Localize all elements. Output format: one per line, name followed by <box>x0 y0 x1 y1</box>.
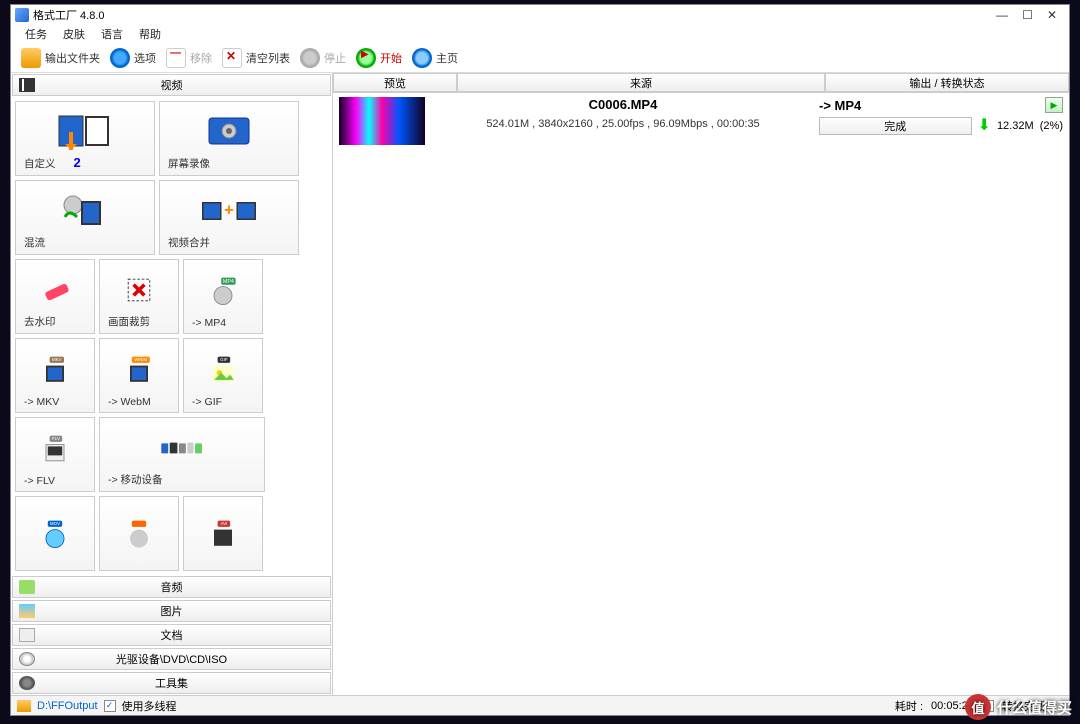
output-column: -> MP4 ▶ 完成 ⬇ 12.32M (2%) <box>815 97 1063 135</box>
column-headers: 预览 来源 输出 / 转换状态 <box>333 73 1069 93</box>
svg-text:GIF: GIF <box>220 357 228 362</box>
home-button[interactable]: 主页 <box>412 48 458 68</box>
folder-icon <box>21 48 41 68</box>
document-icon <box>19 628 35 642</box>
category-video[interactable]: 视频 <box>12 74 331 96</box>
tile-to-mobile[interactable]: -> 移动设备 <box>99 417 265 492</box>
category-toolset[interactable]: 工具集 <box>12 672 331 694</box>
status-done-button[interactable]: 完成 <box>819 117 972 135</box>
clear-list-button[interactable]: 清空列表 <box>222 48 290 68</box>
tile-mix[interactable]: 混流 <box>15 180 155 255</box>
multithread-checkbox[interactable]: ✓ <box>104 700 116 712</box>
svg-text:WebM: WebM <box>134 357 147 362</box>
wrench-icon <box>19 676 35 690</box>
output-folder-button[interactable]: 输出文件夹 <box>21 48 100 68</box>
maximize-button[interactable]: ☐ <box>1022 8 1033 22</box>
output-format: -> MP4 <box>819 98 1041 113</box>
svg-text:MKV: MKV <box>52 357 62 362</box>
watermark: 值 什么值得买 <box>965 694 1072 720</box>
play-output-button[interactable]: ▶ <box>1045 97 1063 113</box>
statusbar: D:\FFOutput ✓ 使用多线程 耗时 : 00:05:23 转换完成后 … <box>11 695 1069 715</box>
clear-icon <box>222 48 242 68</box>
main-area: 视频 自定义2 屏幕录像 混流 <box>11 73 1069 695</box>
close-button[interactable]: ✕ <box>1047 8 1057 22</box>
source-info: 524.01M , 3840x2160 , 25.00fps , 96.09Mb… <box>431 118 815 130</box>
remove-icon <box>166 48 186 68</box>
music-icon <box>19 580 35 594</box>
category-document[interactable]: 文档 <box>12 624 331 646</box>
svg-text:MOV: MOV <box>50 521 60 526</box>
window-title: 格式工厂 4.8.0 <box>33 7 105 23</box>
tile-video-merge[interactable]: + 视频合并 <box>159 180 299 255</box>
tile-to-ogg[interactable] <box>99 496 179 571</box>
tile-to-webm[interactable]: WebM-> WebM <box>99 338 179 413</box>
picture-icon <box>19 604 35 618</box>
disc-icon <box>19 652 35 666</box>
watermark-badge-icon: 值 <box>965 694 991 720</box>
play-icon <box>356 48 376 68</box>
menu-skin[interactable]: 皮肤 <box>63 26 85 42</box>
col-preview[interactable]: 预览 <box>333 73 457 92</box>
stop-icon <box>300 48 320 68</box>
toolbar: 输出文件夹 选项 移除 清空列表 停止 开始 主页 <box>11 43 1069 73</box>
remove-button[interactable]: 移除 <box>166 48 212 68</box>
category-picture[interactable]: 图片 <box>12 600 331 622</box>
titlebar: 格式工厂 4.8.0 — ☐ ✕ <box>11 5 1069 25</box>
category-audio[interactable]: 音频 <box>12 576 331 598</box>
tile-crop[interactable]: 画面裁剪 <box>99 259 179 334</box>
svg-text:MP4: MP4 <box>223 279 234 285</box>
gear-icon <box>110 48 130 68</box>
tile-to-mkv[interactable]: MKV-> MKV <box>15 338 95 413</box>
tile-remove-watermark[interactable]: 去水印 <box>15 259 95 334</box>
sidebar: 视频 自定义2 屏幕录像 混流 <box>11 73 333 695</box>
menu-help[interactable]: 帮助 <box>139 26 161 42</box>
stop-button[interactable]: 停止 <box>300 48 346 68</box>
svg-text:AVI: AVI <box>220 521 227 526</box>
tile-to-avi[interactable]: AVI <box>183 496 263 571</box>
col-output-status[interactable]: 输出 / 转换状态 <box>825 73 1069 92</box>
film-icon <box>19 78 35 92</box>
svg-text:FLV: FLV <box>52 436 60 441</box>
tile-to-gif[interactable]: GIF-> GIF <box>183 338 263 413</box>
options-button[interactable]: 选项 <box>110 48 156 68</box>
app-icon <box>15 8 29 22</box>
multithread-label: 使用多线程 <box>122 698 177 714</box>
folder-icon <box>17 700 31 712</box>
output-path[interactable]: D:\FFOutput <box>37 700 98 712</box>
tile-to-mov[interactable]: MOV <box>15 496 95 571</box>
tile-to-mp4[interactable]: MP4-> MP4 <box>183 259 263 334</box>
svg-text:+: + <box>224 202 234 220</box>
video-tools-grid[interactable]: 自定义2 屏幕录像 混流 + 视频合并 <box>11 97 332 575</box>
category-disc[interactable]: 光驱设备\DVD\CD\ISO <box>12 648 331 670</box>
output-size: 12.32M (2%) <box>997 120 1063 132</box>
start-button[interactable]: 开始 <box>356 48 402 68</box>
app-window: 格式工厂 4.8.0 — ☐ ✕ 任务 皮肤 语言 帮助 输出文件夹 选项 移除… <box>10 4 1070 716</box>
tile-custom[interactable]: 自定义2 <box>15 101 155 176</box>
task-panel: 预览 来源 输出 / 转换状态 C0006.MP4 524.01M , 3840… <box>333 73 1069 695</box>
download-arrow-icon: ⬇ <box>978 120 991 132</box>
tile-to-flv[interactable]: FLV-> FLV <box>15 417 95 492</box>
menu-task[interactable]: 任务 <box>25 26 47 42</box>
col-source[interactable]: 来源 <box>457 73 825 92</box>
source-filename: C0006.MP4 <box>431 97 815 112</box>
menubar: 任务 皮肤 语言 帮助 <box>11 25 1069 43</box>
task-row[interactable]: C0006.MP4 524.01M , 3840x2160 , 25.00fps… <box>333 93 1069 149</box>
custom-badge: 2 <box>74 155 81 170</box>
elapsed-label: 耗时 : <box>895 698 923 714</box>
menu-language[interactable]: 语言 <box>101 26 123 42</box>
video-thumbnail <box>339 97 425 145</box>
home-icon <box>412 48 432 68</box>
tile-screen-record[interactable]: 屏幕录像 <box>159 101 299 176</box>
watermark-text: 什么值得买 <box>997 697 1072 718</box>
minimize-button[interactable]: — <box>996 8 1008 22</box>
window-controls: — ☐ ✕ <box>996 8 1065 22</box>
source-column: C0006.MP4 524.01M , 3840x2160 , 25.00fps… <box>431 97 815 130</box>
